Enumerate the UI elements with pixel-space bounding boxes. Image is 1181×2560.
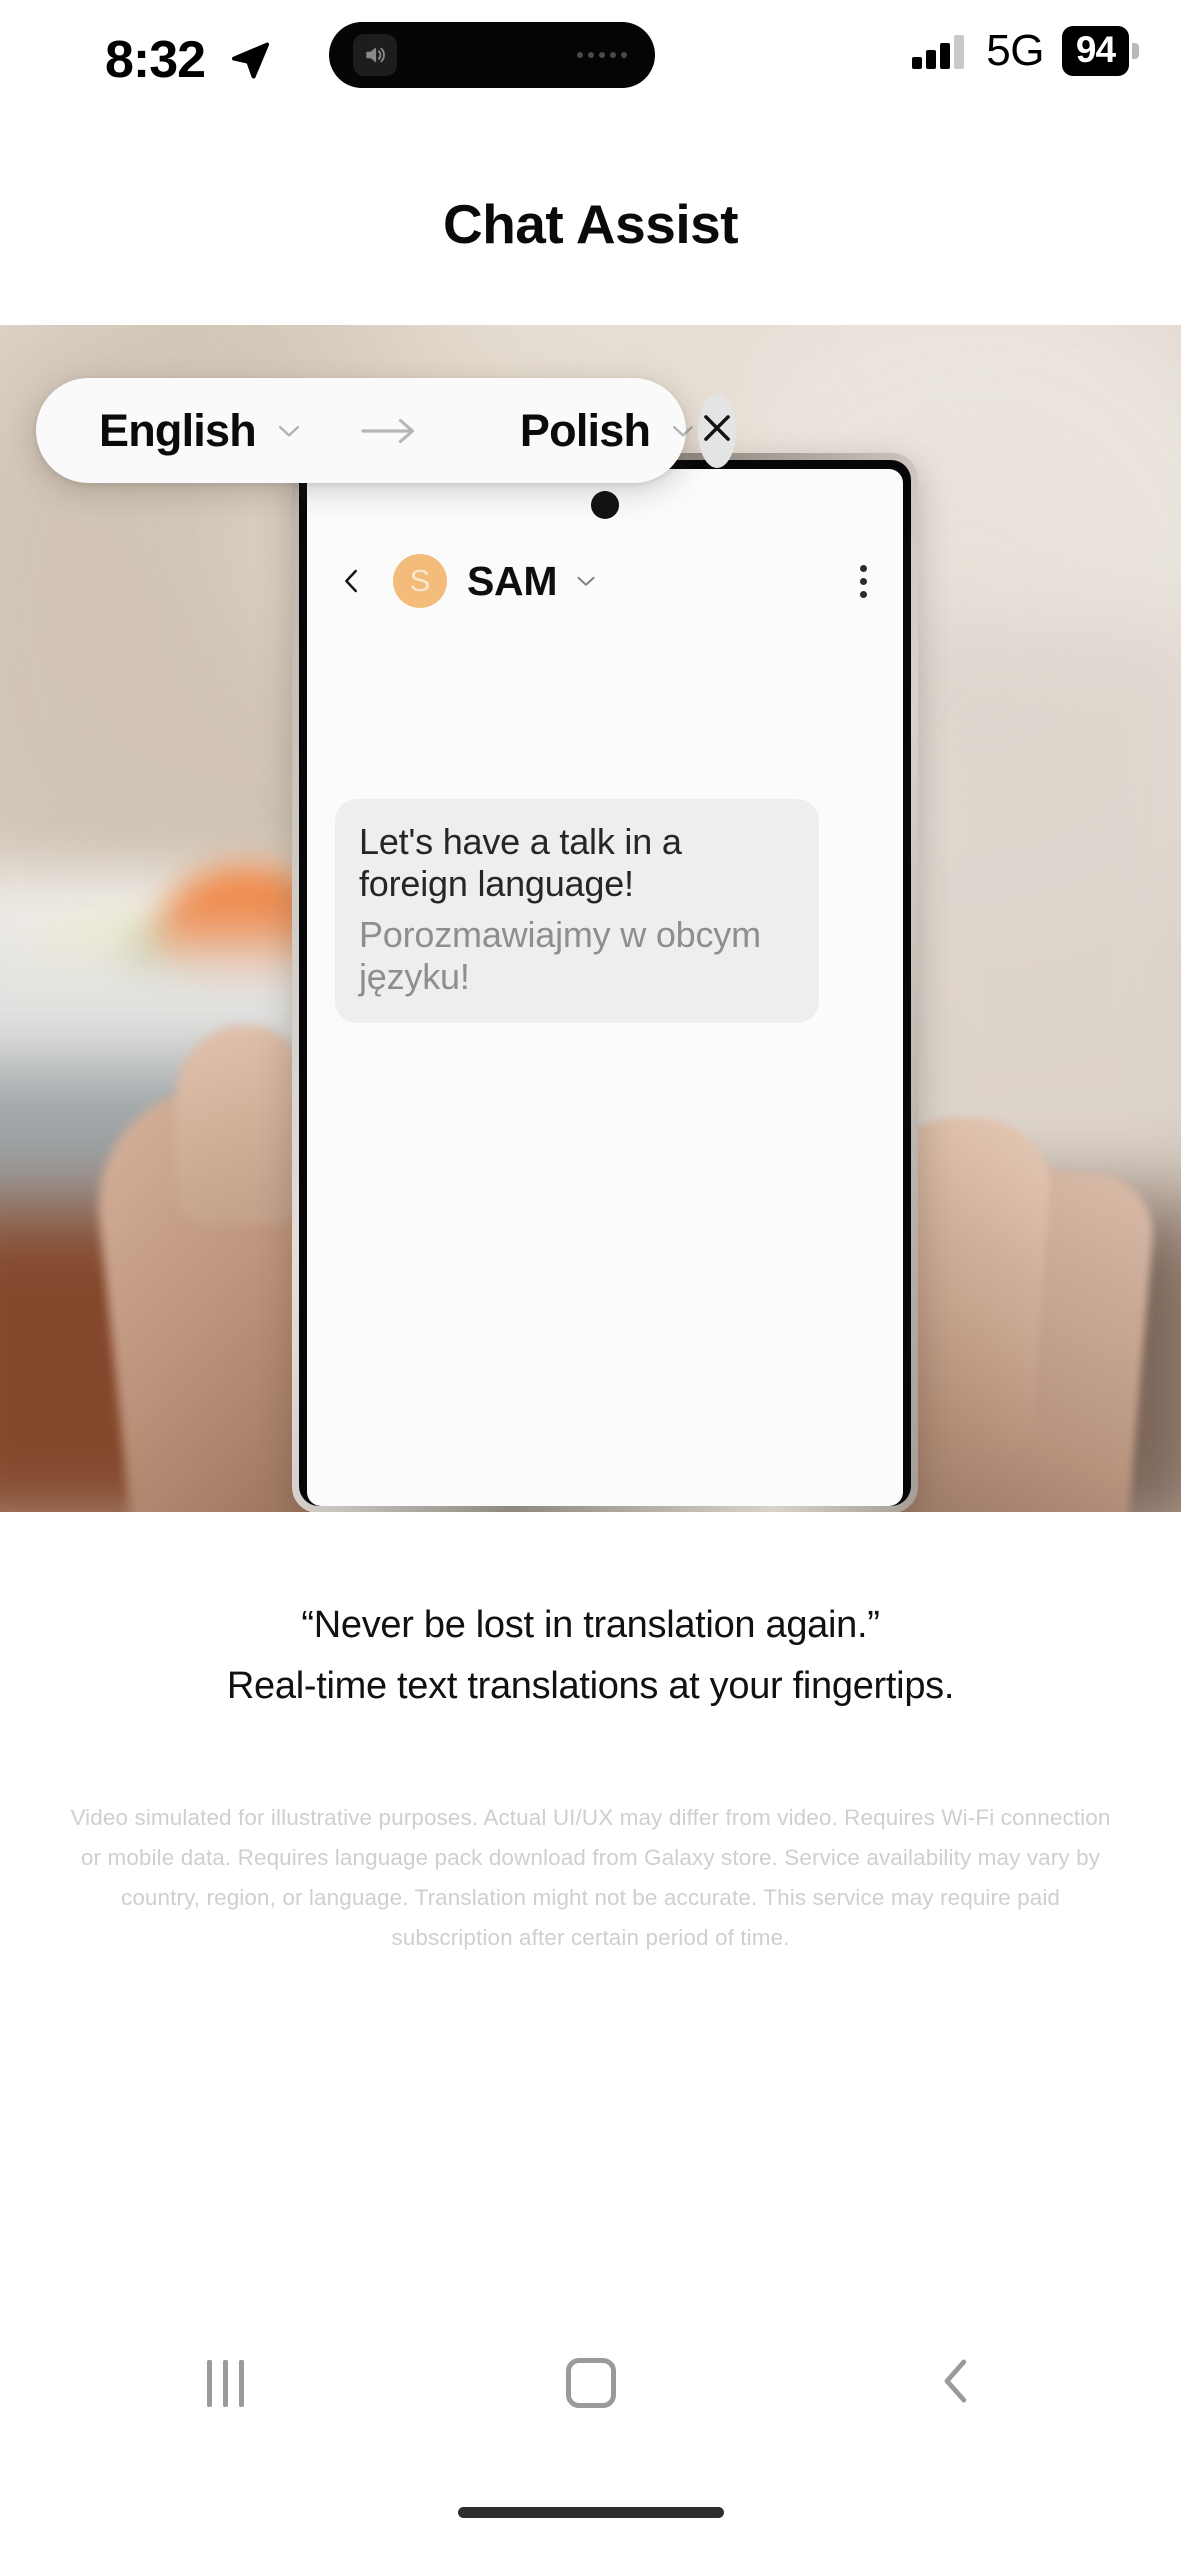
phone-bezel: S SAM Let's have a talk in a foreign lan… — [299, 460, 911, 1506]
phone-screen: S SAM Let's have a talk in a foreign lan… — [307, 469, 903, 1506]
contact-name: SAM — [467, 557, 558, 604]
location-arrow-icon — [227, 38, 271, 82]
left-hand-thumb — [176, 1025, 306, 1225]
legal-disclaimer: Video simulated for illustrative purpose… — [70, 1805, 1111, 1951]
phone-mockup: S SAM Let's have a talk in a foreign lan… — [292, 453, 918, 1512]
caption-subtitle: Real-time text translations at your fing… — [226, 1664, 955, 1707]
close-x-icon — [698, 409, 736, 452]
home-icon — [565, 2358, 616, 2408]
island-activity-dots — [577, 52, 627, 58]
app-screen: 8:32 5G 94 Chat Assist S SAM Let's have … — [0, 0, 1181, 2560]
status-bar: 8:32 5G 94 — [0, 0, 1181, 108]
chat-header: S SAM — [307, 533, 903, 629]
front-camera-punch-hole — [591, 491, 619, 519]
close-translation-button[interactable] — [698, 393, 737, 468]
target-language-label: Polish — [519, 404, 651, 456]
demo-video[interactable]: S SAM Let's have a talk in a foreign lan… — [0, 325, 1181, 1512]
avatar[interactable]: S — [393, 554, 447, 608]
message-bubble: Let's have a talk in a foreign language!… — [335, 799, 819, 1023]
dynamic-island[interactable] — [329, 22, 655, 88]
more-vertical-icon[interactable] — [854, 559, 873, 604]
source-language-selector[interactable]: English — [99, 405, 304, 457]
chevron-down-icon[interactable] — [573, 568, 599, 594]
message-original-text: Let's have a talk in a foreign language! — [359, 821, 682, 905]
target-language-selector[interactable]: Polish — [520, 405, 698, 457]
home-button[interactable] — [536, 2328, 646, 2438]
status-bar-indicators: 5G 94 — [912, 26, 1139, 76]
battery-percent-label: 94 — [1062, 26, 1129, 76]
avatar-initial: S — [409, 563, 431, 598]
recents-button[interactable] — [170, 2328, 280, 2438]
status-bar-clock: 8:32 — [105, 31, 206, 89]
arrow-right-icon — [360, 416, 420, 446]
chevron-left-icon[interactable] — [337, 566, 367, 596]
caption-block: “Never be lost in translation again.” Re… — [0, 1595, 1181, 1717]
battery-nub — [1132, 43, 1139, 59]
back-button[interactable] — [901, 2328, 1011, 2438]
network-type-label: 5G — [986, 26, 1044, 75]
background-right-wall — [881, 625, 1181, 1185]
recents-icon — [206, 2359, 244, 2407]
cellular-signal-icon — [912, 33, 965, 69]
back-chevron-icon — [929, 2354, 983, 2413]
android-nav-bar — [0, 2328, 1181, 2438]
home-indicator[interactable] — [457, 2507, 724, 2518]
source-language-label: English — [99, 404, 257, 456]
speaker-icon — [353, 34, 397, 76]
battery-indicator: 94 — [1062, 26, 1139, 76]
chevron-down-icon[interactable] — [668, 416, 698, 446]
chevron-down-icon[interactable] — [274, 416, 304, 446]
message-translated-text: Porozmawiajmy w obcym języku! — [359, 913, 761, 998]
page-title: Chat Assist — [442, 193, 739, 255]
translation-bar: English Polish — [36, 378, 737, 483]
caption-quote: “Never be lost in translation again.” — [301, 1604, 880, 1646]
